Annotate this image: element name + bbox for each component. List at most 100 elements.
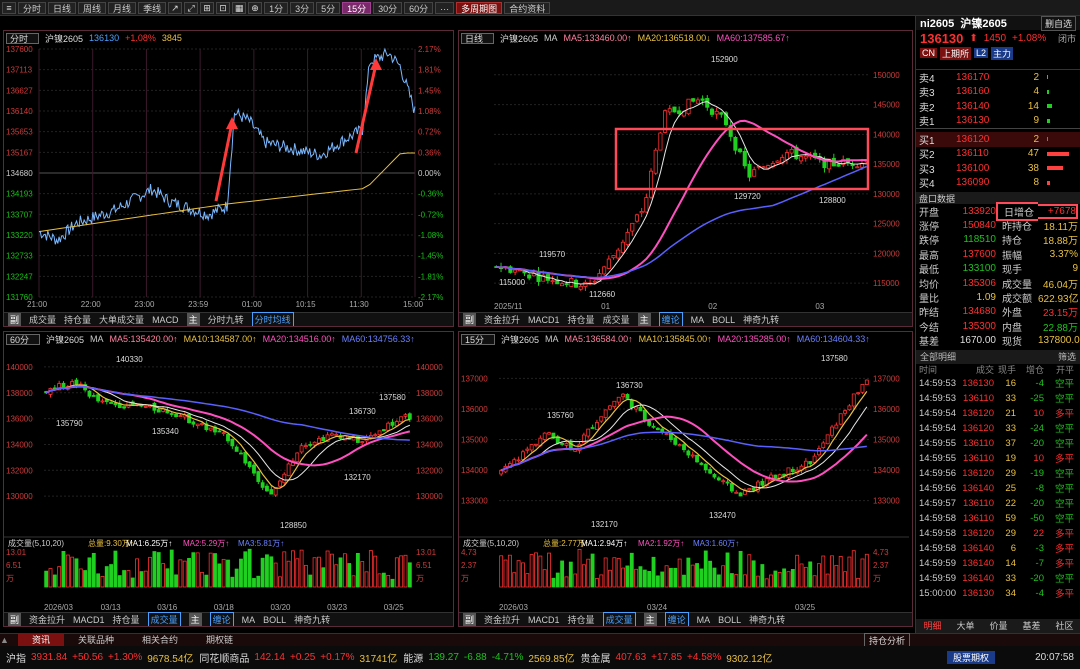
- order-level[interactable]: 买3 136100 38: [916, 161, 1080, 176]
- period-button[interactable]: 季线: [138, 1, 167, 14]
- m60-pane[interactable]: 60分 沪镍2605 MA MA5:135420.00↑ MA10:134587.0…: [3, 331, 454, 627]
- period-button[interactable]: 分时: [18, 1, 47, 14]
- chart-tab[interactable]: 神奇九转: [749, 613, 785, 626]
- chart-tab[interactable]: BOLL: [718, 615, 741, 625]
- period-button[interactable]: 15分: [342, 1, 372, 14]
- collapse-icon[interactable]: ▲: [0, 635, 18, 645]
- bottom-tab[interactable]: 关联品种: [64, 634, 128, 647]
- chart-tab[interactable]: 主: [188, 613, 202, 626]
- candle-body: [838, 413, 843, 425]
- chart-tab[interactable]: 副: [8, 313, 22, 326]
- order-level[interactable]: 买1 136120 2: [916, 132, 1080, 147]
- candle-body: [695, 99, 700, 104]
- volume-bar: [577, 548, 582, 588]
- period-button[interactable]: 月线: [108, 1, 137, 14]
- chart-tab[interactable]: 神奇九转: [294, 613, 330, 626]
- chart-tab[interactable]: 持仓量: [568, 313, 595, 326]
- chart-tab[interactable]: MACD1: [73, 615, 105, 625]
- index-name[interactable]: 沪指: [6, 650, 26, 665]
- tool-icon[interactable]: ⤢: [184, 1, 199, 14]
- stock-options-tab[interactable]: 股票期权: [947, 651, 996, 664]
- order-level[interactable]: 卖3 136160 4: [916, 85, 1080, 99]
- chart-tab[interactable]: 副: [463, 613, 477, 626]
- daily-chart[interactable]: 150000 145000 140000 135000 130000 125000 1200…: [459, 31, 913, 327]
- chart-tab[interactable]: BOLL: [263, 615, 286, 625]
- tool-icon[interactable]: ▦: [232, 1, 247, 14]
- chart-tab[interactable]: 缠论: [664, 612, 689, 626]
- filter-button[interactable]: 筛选: [1058, 350, 1076, 363]
- chart-tab[interactable]: 主: [643, 613, 657, 626]
- chart-tab[interactable]: MACD1: [528, 315, 560, 325]
- chart-tab[interactable]: 资金拉升: [484, 613, 520, 626]
- tool-icon[interactable]: ↗: [168, 1, 183, 14]
- chart-tab[interactable]: 资金拉升: [484, 313, 520, 326]
- order-level[interactable]: 买4 136090 8: [916, 176, 1080, 190]
- chart-tab[interactable]: BOLL: [712, 315, 735, 325]
- chart-tab[interactable]: 持仓量: [64, 313, 91, 326]
- chart-tab[interactable]: 成交量: [147, 612, 181, 626]
- index-name[interactable]: 贵金属: [581, 650, 611, 665]
- daily-pane[interactable]: 日线 沪镍2605 MA MA5:133460.00↑ MA20:136518.00…: [458, 30, 913, 327]
- chart-tab[interactable]: 分时均线: [251, 312, 294, 326]
- chart-tab[interactable]: 大单成交量: [99, 313, 144, 326]
- chart-tab[interactable]: 缠论: [209, 612, 234, 626]
- contract-info-button[interactable]: 合约资料: [504, 1, 551, 14]
- period-button[interactable]: 日线: [48, 1, 77, 14]
- tick-tab[interactable]: 明细: [916, 619, 949, 633]
- m15-chart[interactable]: 137000 137000 136000 136000 135000 135000 1340…: [459, 332, 913, 627]
- chart-tab[interactable]: 成交量: [603, 313, 630, 326]
- chart-tab[interactable]: 持仓量: [113, 613, 140, 626]
- period-button[interactable]: 1分: [264, 1, 289, 14]
- tick-tab[interactable]: 大单: [949, 619, 982, 633]
- chart-tab[interactable]: 成交量: [29, 313, 56, 326]
- tick-tab[interactable]: 价量: [982, 619, 1015, 633]
- candle-body: [390, 421, 395, 426]
- chart-tab[interactable]: MACD1: [528, 615, 560, 625]
- tool-icon[interactable]: ⊡: [216, 1, 231, 14]
- order-level[interactable]: 买2 136110 47: [916, 147, 1080, 161]
- tick-tab[interactable]: 社区: [1048, 619, 1080, 633]
- order-level[interactable]: 卖2 136140 14: [916, 99, 1080, 114]
- index-amount: 9302.12亿: [726, 654, 773, 665]
- chart-tab[interactable]: MACD: [152, 315, 179, 325]
- remove-favorite-button[interactable]: 删自选: [1040, 15, 1076, 31]
- bottom-tab[interactable]: 资讯: [18, 633, 65, 647]
- volume-bar: [695, 563, 699, 588]
- multi-period-button[interactable]: 多周期图: [456, 1, 503, 14]
- chart-tab[interactable]: 主: [186, 313, 200, 326]
- chart-tab[interactable]: 副: [8, 613, 22, 626]
- volume-bar: [608, 569, 612, 588]
- bottom-tab[interactable]: 期权链: [192, 634, 247, 647]
- period-button[interactable]: 3分: [290, 1, 315, 14]
- index-name[interactable]: 同花顺商品: [199, 650, 249, 665]
- tool-icon[interactable]: ⊞: [200, 1, 215, 14]
- chart-tab[interactable]: 资金拉升: [29, 613, 65, 626]
- tool-icon[interactable]: ⊕: [248, 1, 263, 14]
- order-level[interactable]: 卖4 136170 2: [916, 70, 1080, 85]
- menu-icon[interactable]: ≡: [2, 1, 16, 14]
- intraday-chart[interactable]: 137600 2.17% 137113 1.81% 136627 1.45% 136140 1…: [4, 31, 454, 327]
- chart-tab[interactable]: 分时九转: [208, 313, 244, 326]
- chart-tab[interactable]: MA: [697, 615, 711, 625]
- period-button[interactable]: 周线: [78, 1, 107, 14]
- chart-tab[interactable]: 持仓量: [568, 613, 595, 626]
- period-button[interactable]: 5分: [316, 1, 341, 14]
- intraday-pane[interactable]: 分时 沪镍2605 136130 +1.08% 3845 137600 2.17%…: [3, 30, 454, 327]
- chart-tab[interactable]: 副: [463, 313, 477, 326]
- m60-chart[interactable]: 140000 140000 138000 138000 136000 136000 1340…: [4, 332, 454, 627]
- period-button[interactable]: ···: [435, 1, 455, 14]
- period-button[interactable]: 60分: [404, 1, 434, 14]
- volume-bar: [325, 550, 330, 588]
- bottom-tab[interactable]: 相关合约: [128, 634, 192, 647]
- chart-tab[interactable]: 神奇九转: [743, 313, 779, 326]
- tick-tab[interactable]: 基差: [1015, 619, 1048, 633]
- order-level[interactable]: 卖1 136130 9: [916, 113, 1080, 128]
- chart-tab[interactable]: MA: [242, 615, 256, 625]
- chart-tab[interactable]: MA: [691, 315, 705, 325]
- index-name[interactable]: 能源: [403, 650, 423, 665]
- chart-tab[interactable]: 缠论: [658, 312, 683, 326]
- period-button[interactable]: 30分: [373, 1, 403, 14]
- chart-tab[interactable]: 主: [637, 313, 651, 326]
- chart-tab[interactable]: 成交量: [602, 612, 636, 626]
- m15-pane[interactable]: 15分 沪镍2605 MA MA5:136584.00↑ MA10:135845.0…: [458, 331, 913, 627]
